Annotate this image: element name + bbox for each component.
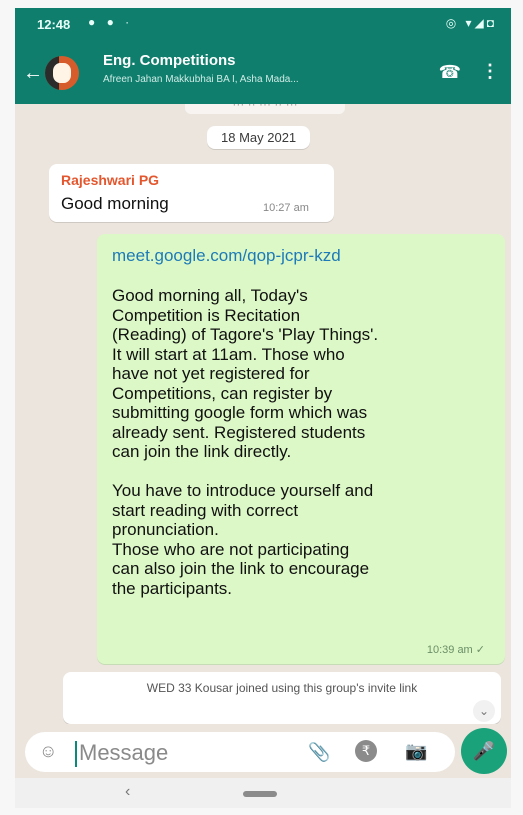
emoji-icon[interactable]: ☺	[39, 741, 57, 762]
mic-button[interactable]: 🎤	[461, 728, 507, 774]
phone-screen: 12:48 ● ● · ◎ ▾◢◘ ← Eng. Competitions Af…	[15, 8, 511, 808]
camera-icon[interactable]: 📷	[405, 741, 427, 762]
notification-icons: ● ● ·	[88, 15, 134, 29]
chat-area[interactable]: ··· ·· ··· ·· ··· 18 May 2021 Rajeshwari…	[15, 104, 511, 724]
call-add-icon[interactable]: ☎	[439, 62, 461, 83]
home-pill[interactable]	[243, 791, 277, 797]
cutoff-system-message: ··· ·· ··· ·· ···	[185, 104, 345, 114]
text-caret	[75, 741, 77, 767]
outgoing-message[interactable]: meet.google.com/qop-jcpr-kzd Good mornin…	[97, 234, 505, 664]
system-message-text: WED 33 Kousar joined using this group's …	[146, 681, 418, 695]
chat-title[interactable]: Eng. Competitions	[103, 52, 236, 69]
message-field[interactable]: ☺ Message 📎 ₹ 📷	[25, 732, 455, 772]
incoming-message[interactable]: Rajeshwari PG Good morning 10:27 am	[49, 164, 334, 222]
message-time: 10:27 am	[263, 202, 309, 214]
attach-icon[interactable]: 📎	[308, 742, 330, 763]
nav-back-icon[interactable]: ‹	[125, 783, 130, 801]
date-badge: 18 May 2021	[207, 126, 311, 149]
message-text: Good morning	[61, 194, 169, 213]
message-input[interactable]: Message	[79, 740, 168, 766]
meet-link[interactable]: meet.google.com/qop-jcpr-kzd	[112, 246, 341, 266]
message-sender[interactable]: Rajeshwari PG	[61, 172, 159, 188]
message-time-read: 10:39 am ✓	[426, 644, 485, 656]
avatar-face	[53, 63, 71, 83]
scroll-down-icon[interactable]: ⌄	[473, 700, 495, 722]
chat-header: ← Eng. Competitions Afreen Jahan Makkubh…	[15, 42, 511, 104]
system-message: WED 33 Kousar joined using this group's …	[63, 672, 501, 724]
chat-participants[interactable]: Afreen Jahan Makkubhai BA I, Asha Mada..…	[103, 74, 403, 85]
back-arrow-icon[interactable]: ←	[23, 62, 43, 85]
payment-icon[interactable]: ₹	[355, 740, 377, 762]
status-time: 12:48	[37, 17, 71, 32]
signal-battery-icons: ◎ ▾◢◘	[445, 16, 497, 30]
group-avatar[interactable]	[45, 56, 79, 90]
message-body: Good morning all, Today's Competition is…	[112, 286, 379, 598]
overflow-menu-icon[interactable]: ⋮	[481, 61, 499, 82]
message-input-bar: ☺ Message 📎 ₹ 📷 🎤	[15, 724, 511, 778]
system-nav-bar: ‹	[15, 778, 511, 808]
status-bar: 12:48 ● ● · ◎ ▾◢◘	[15, 8, 511, 42]
